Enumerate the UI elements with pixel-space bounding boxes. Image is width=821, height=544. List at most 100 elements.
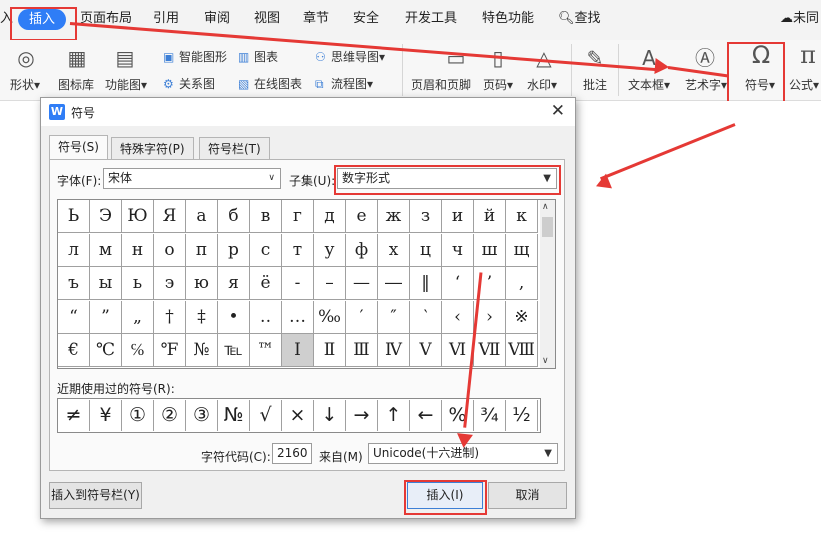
symbol-cell[interactable]: с [250,233,282,267]
scroll-up-icon[interactable]: ∧ [542,202,549,212]
art-text-button[interactable]: 艺术字▾ [685,76,727,93]
symbol-cell[interactable]: ‡ [186,300,218,334]
icon-library-icon[interactable]: ▦ [66,47,88,69]
symbol-cell[interactable]: ы [90,267,122,300]
symbol-cell[interactable]: ъ [58,267,90,300]
symbol-cell[interactable]: у [314,233,346,267]
tab-symbols[interactable]: 符号(S) [49,135,108,160]
smart-shape-button[interactable]: ▣ 智能图形 [163,48,227,65]
recent-symbol-cell[interactable]: ↑ [378,400,410,431]
symbol-cell[interactable]: Ⅰ [282,334,314,367]
symbol-cell[interactable]: х [378,233,410,267]
header-footer-icon[interactable]: ▭ [445,47,467,69]
recent-symbol-cell[interactable]: ③ [186,400,218,431]
recent-symbol-cell[interactable]: ¥ [90,400,122,431]
symbol-cell[interactable]: ч [442,233,474,267]
symbol-cell[interactable]: ℉ [154,334,186,367]
symbol-cell[interactable]: о [154,233,186,267]
symbol-cell[interactable]: ″ [378,300,410,334]
tab-symbol-bar[interactable]: 符号栏(T) [199,137,270,159]
symbol-cell[interactable]: л [58,233,90,267]
symbol-cell[interactable]: ※ [506,300,538,334]
symbol-cell[interactable]: “ [58,300,90,334]
symbol-cell[interactable]: № [186,334,218,367]
tab-security[interactable]: 安全 [353,8,379,30]
symbol-cell[interactable]: п [186,233,218,267]
cancel-button[interactable]: 取消 [488,482,567,509]
symbol-cell[interactable]: Ⅶ [474,334,506,367]
relation-chart-button[interactable]: ⚙︎ 关系图 [163,75,215,92]
symbol-cell[interactable]: ‵ [410,300,442,334]
tab-review[interactable]: 审阅 [204,8,230,30]
tab-developer[interactable]: 开发工具 [405,8,457,30]
symbol-cell[interactable]: † [154,300,186,334]
symbol-cell[interactable]: ‰ [314,300,346,334]
formula-button[interactable]: 公式▾ [789,76,819,93]
symbol-cell[interactable]: – [314,267,346,300]
text-box-button[interactable]: 文本框▾ [628,76,670,93]
symbol-cell[interactable]: й [474,200,506,233]
symbol-cell[interactable]: ℡ [218,334,250,367]
recent-symbol-cell[interactable]: ¾ [474,400,506,431]
symbol-cell[interactable]: ж [378,200,410,233]
symbol-cell[interactable]: н [122,233,154,267]
recent-symbol-cell[interactable]: № [218,400,250,431]
cloud-status[interactable]: ☁︎未同 [780,8,819,30]
recent-symbol-cell[interactable]: ← [410,400,442,431]
symbol-cell[interactable]: з [410,200,442,233]
symbol-cell[interactable]: б [218,200,250,233]
symbol-cell[interactable]: ― [378,267,410,300]
recent-symbol-cell[interactable]: × [282,400,314,431]
symbol-cell[interactable]: ‹ [442,300,474,334]
dialog-title-bar[interactable]: W 符号 ✕ [41,98,575,126]
symbol-cell[interactable]: ю [186,267,218,300]
tab-view[interactable]: 视图 [254,8,280,30]
recent-symbol-cell[interactable]: ½ [506,400,538,431]
symbol-cell[interactable]: р [218,233,250,267]
icon-library-button[interactable]: 图标库 [58,76,94,93]
recent-symbol-cell[interactable]: ≠ [58,400,90,431]
recent-symbol-cell[interactable]: ① [122,400,154,431]
symbol-cell[interactable]: Ⅴ [410,334,442,367]
symbol-cell[interactable]: … [282,300,314,334]
recent-symbol-cell[interactable]: → [346,400,378,431]
watermark-button[interactable]: 水印▾ [527,76,557,93]
shapes-icon[interactable]: ◎ [15,47,37,69]
symbol-cell[interactable]: ™ [250,334,282,367]
symbol-cell[interactable]: э [154,267,186,300]
insert-to-symbol-bar-button[interactable]: 插入到符号栏(Y) [49,482,142,509]
symbol-cell[interactable]: Ⅱ [314,334,346,367]
tab-features[interactable]: 特色功能 [482,8,534,30]
comment-button[interactable]: 批注 [583,76,607,93]
symbol-cell[interactable]: ℅ [122,334,154,367]
char-code-input[interactable]: 2160 [272,443,312,464]
header-footer-button[interactable]: 页眉和页脚 [411,76,471,93]
scroll-down-icon[interactable]: ∨ [542,356,549,366]
symbol-cell[interactable]: ′ [346,300,378,334]
recent-symbol-cell[interactable]: ↓ [314,400,346,431]
art-text-icon[interactable]: Ⓐ [694,47,716,69]
recent-symbol-cell[interactable]: ② [154,400,186,431]
tab-chapter[interactable]: 章节 [303,8,329,30]
symbol-cell[interactable]: ц [410,233,442,267]
symbol-cell[interactable]: Ю [122,200,154,233]
symbol-cell[interactable]: в [250,200,282,233]
symbol-cell[interactable]: Ⅳ [378,334,410,367]
chart-button[interactable]: ▥ 图表 [238,48,278,65]
close-icon[interactable]: ✕ [551,101,565,121]
tab-find[interactable]: 🔍︎查找 [558,8,601,30]
symbol-cell[interactable]: ш [474,233,506,267]
page-number-button[interactable]: 页码▾ [483,76,513,93]
symbol-cell[interactable]: Э [90,200,122,233]
symbol-cell[interactable]: € [58,334,90,367]
symbol-cell[interactable]: ь [122,267,154,300]
symbol-cell[interactable]: ё [250,267,282,300]
function-chart-icon[interactable]: ▤ [114,47,136,69]
symbol-cell[interactable]: ℃ [90,334,122,367]
symbol-cell[interactable]: ‚ [506,267,538,300]
tab-special-characters[interactable]: 特殊字符(P) [111,137,194,159]
recent-symbol-cell[interactable]: √ [250,400,282,431]
symbol-cell[interactable]: ” [90,300,122,334]
symbol-cell[interactable]: • [218,300,250,334]
symbol-cell[interactable]: е [346,200,378,233]
